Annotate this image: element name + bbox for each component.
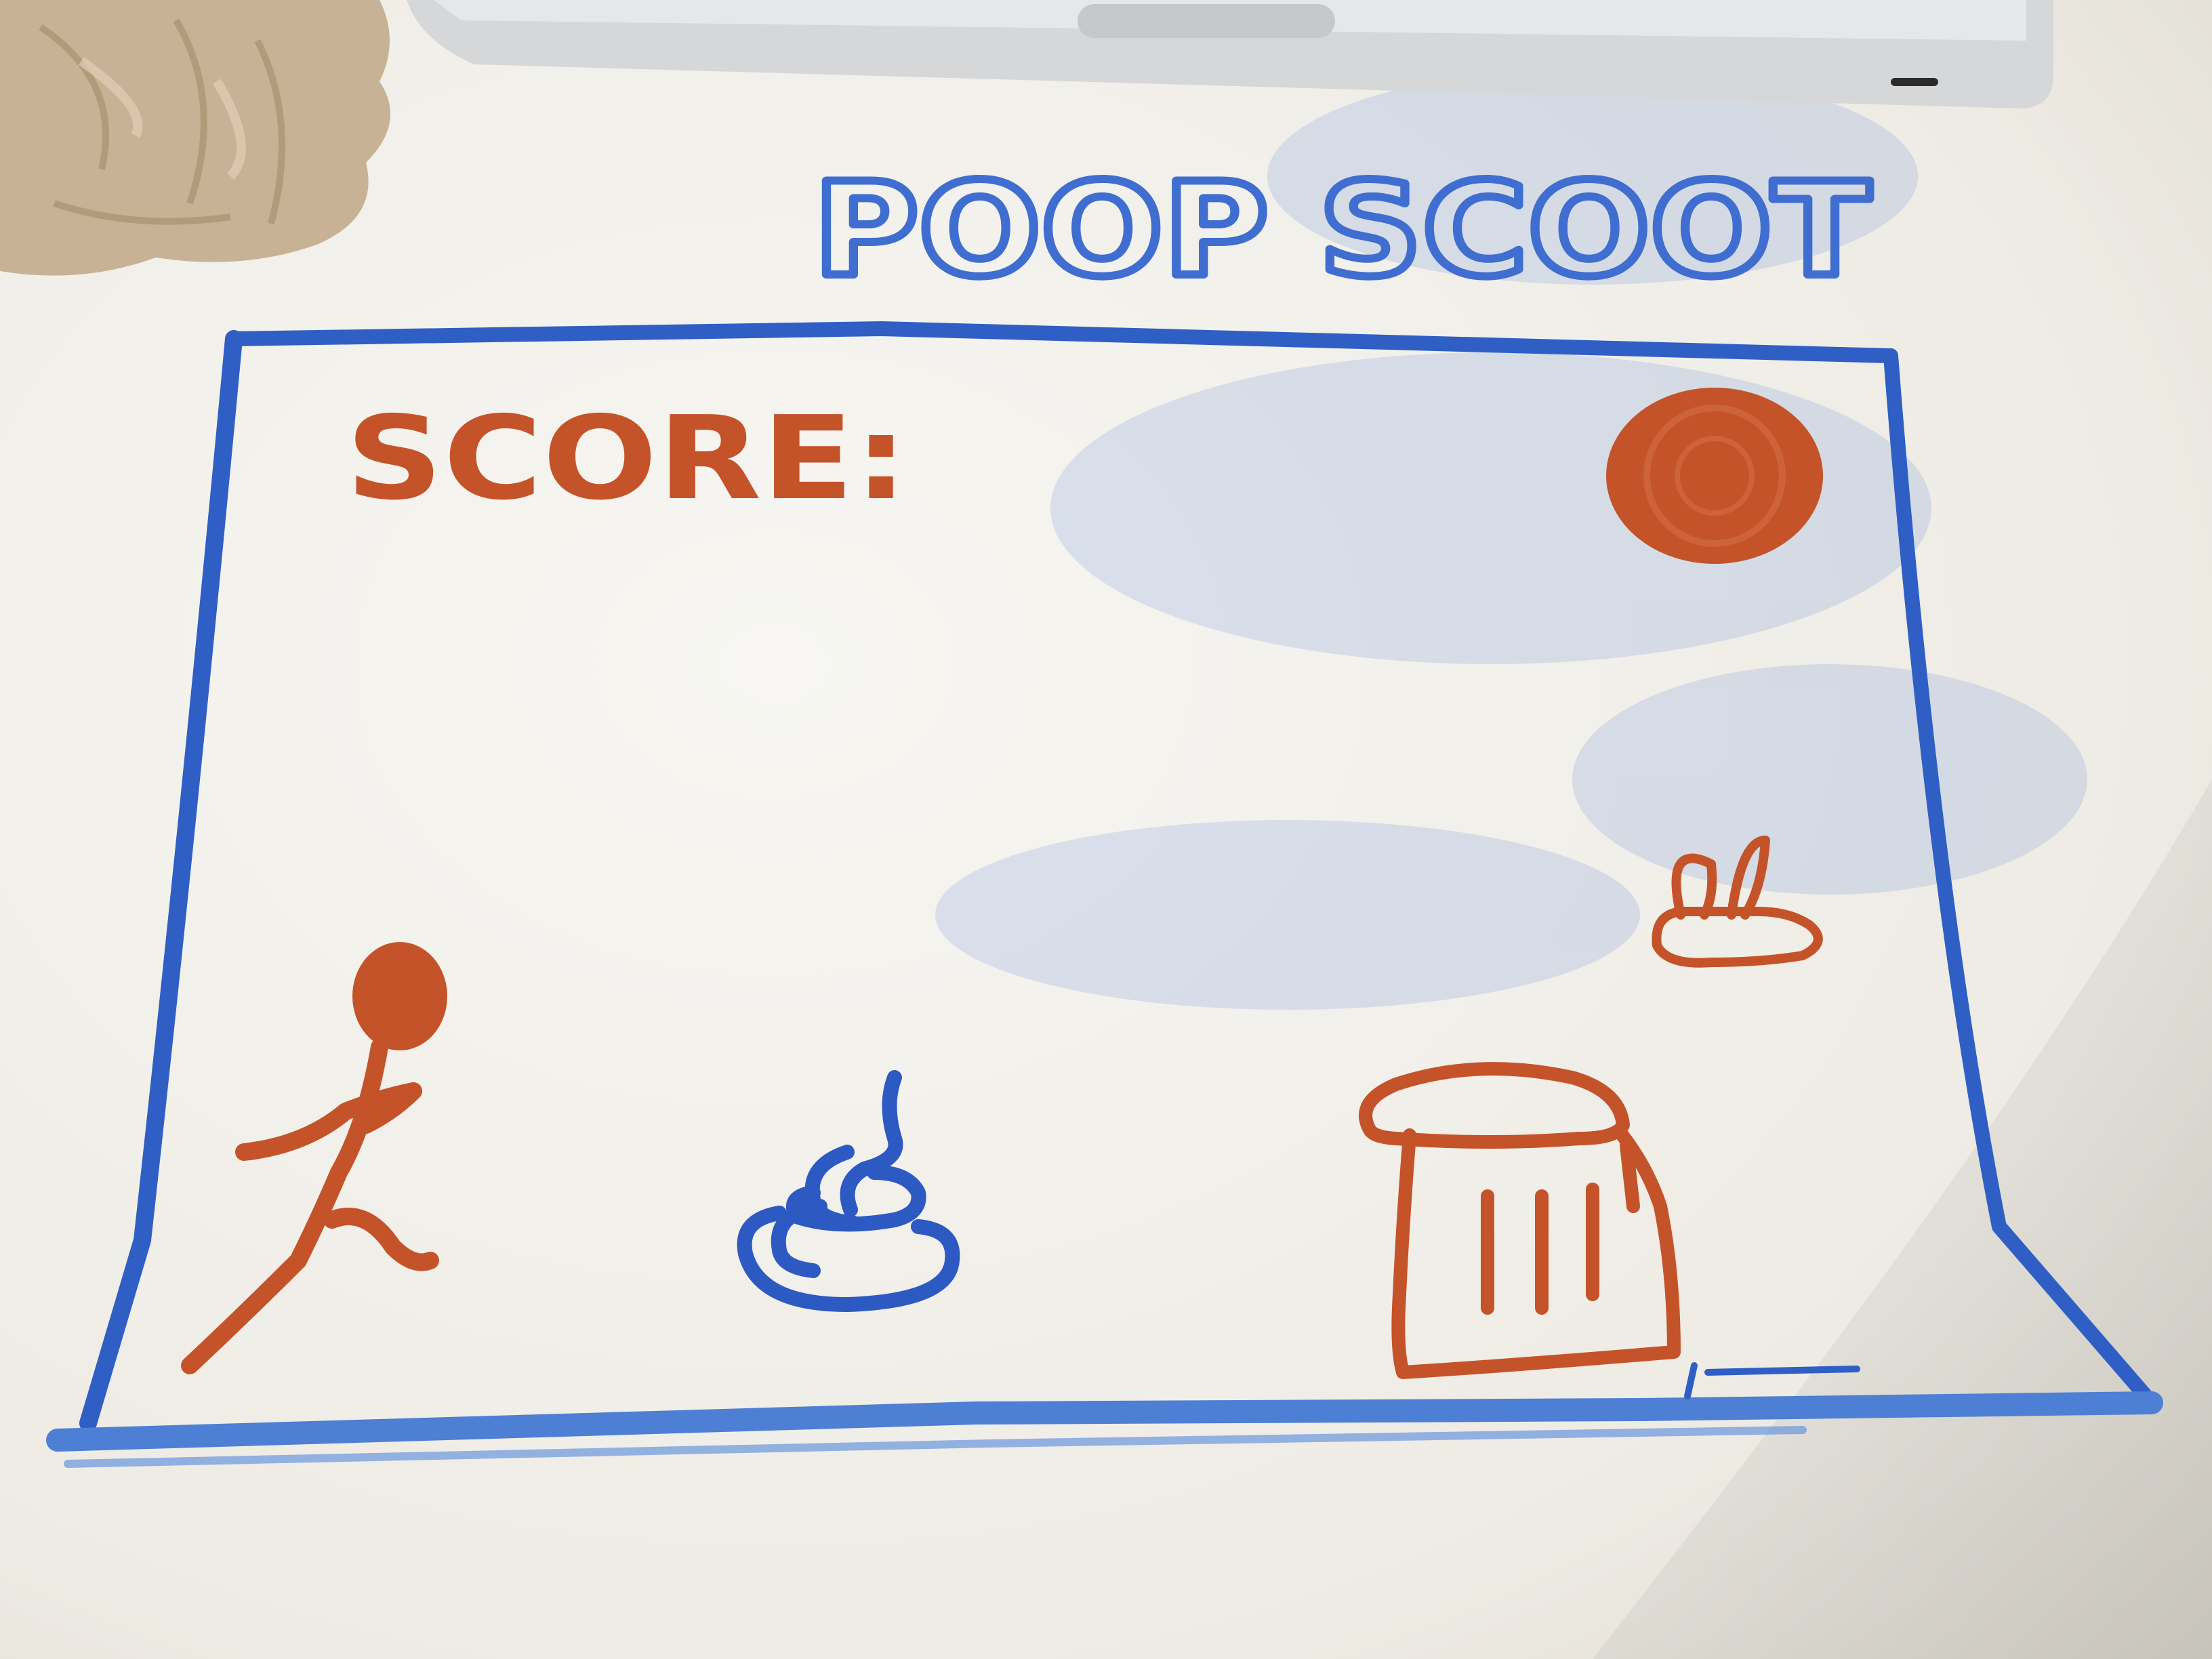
- score-label: SCORE:: [346, 392, 908, 526]
- sun-icon: [1606, 388, 1823, 564]
- laptop-latch: [1078, 4, 1335, 38]
- paper-bag: [0, 0, 390, 276]
- game-title: POOP SCOOT: [813, 155, 1870, 305]
- whiteboard-photo: POOP SCOOT SCORE:: [0, 0, 2212, 1659]
- laptop-indicator: [1891, 78, 1938, 86]
